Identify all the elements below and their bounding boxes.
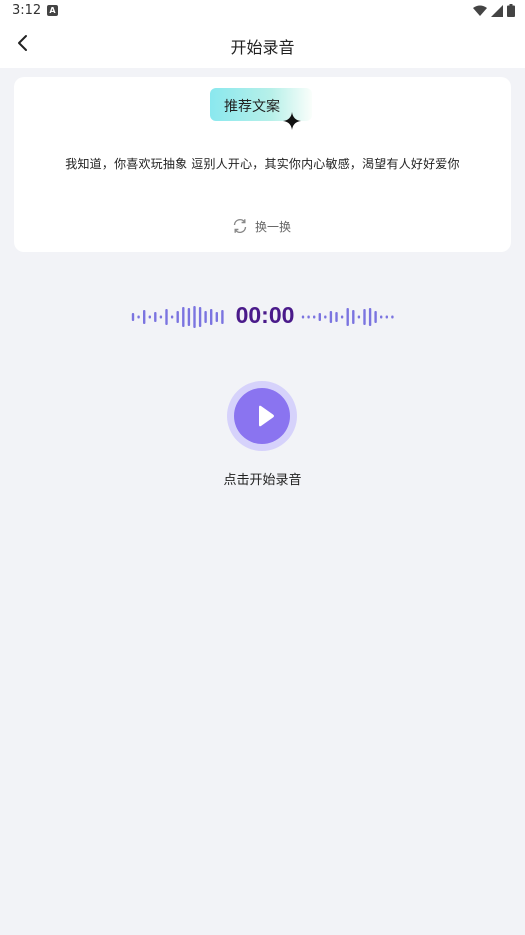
waveform-bar	[335, 312, 338, 322]
waveform-bar	[301, 315, 305, 319]
waveform-bar	[170, 315, 174, 319]
waveform-bar	[324, 315, 327, 319]
waveform-bar	[313, 315, 316, 319]
sparkle-icon	[283, 112, 301, 130]
waveform-bar	[215, 312, 218, 322]
record-start-label: 点击开始录音	[223, 473, 302, 488]
waveform-bar	[131, 313, 135, 321]
waveform-bar	[187, 308, 191, 326]
waveform-bar	[221, 310, 224, 324]
waveform-bar	[182, 307, 185, 327]
waveform-bar	[340, 315, 344, 319]
waveform-bar	[352, 310, 355, 324]
waveform-bar	[363, 309, 366, 325]
status-icons	[473, 4, 515, 17]
record-button[interactable]	[227, 381, 297, 451]
header: 开始录音	[0, 22, 525, 68]
recommended-quote: 我知道，你喜欢玩抽象 逗别人开心，其实你内心敏感，渴望有人好好爱你	[65, 157, 460, 171]
waveform-bar	[357, 315, 361, 319]
page-title: 开始录音	[230, 38, 295, 57]
waveform-bar	[368, 308, 372, 326]
wifi-icon	[473, 5, 487, 16]
waveform-bar	[329, 311, 333, 323]
waveform-bar	[154, 312, 157, 322]
status-time: 3:12	[12, 3, 42, 18]
recommended-tag-label: 推荐文案	[224, 99, 280, 115]
waveform-bar	[380, 315, 383, 319]
waveform-bar	[391, 315, 394, 319]
waveform-bar	[165, 309, 168, 325]
waveform-bar	[143, 310, 146, 324]
waveform-bar	[148, 315, 151, 319]
refresh-button[interactable]: 换一换	[231, 216, 291, 236]
battery-icon	[507, 4, 515, 17]
waveform-bar	[210, 309, 213, 325]
waveform-bar	[204, 311, 207, 323]
waveform-bar	[318, 313, 321, 321]
refresh-icon	[233, 218, 247, 234]
waveform-bar	[346, 308, 349, 326]
record-timer: 00:00	[235, 302, 295, 328]
waveform-bar	[176, 311, 179, 323]
signal-icon	[491, 4, 503, 17]
waveform-bar	[137, 315, 140, 319]
play-icon	[259, 405, 274, 427]
waveform-bar	[307, 315, 310, 319]
waveform-bar	[198, 307, 202, 327]
status-bar: 3:12 A	[0, 0, 525, 22]
notification-icon: A	[47, 5, 58, 16]
waveform-bar	[374, 311, 377, 323]
record-button-inner	[234, 388, 290, 444]
recommended-text-card: 推荐文案 我知道，你喜欢玩抽象 逗别人开心，其实你内心敏感，渴望有人好好爱你 换…	[14, 77, 511, 252]
waveform-left	[131, 306, 224, 328]
waveform-bar	[159, 315, 163, 319]
waveform-bar	[193, 306, 196, 328]
waveform-right	[301, 308, 394, 326]
waveform-bar	[385, 315, 388, 319]
refresh-label: 换一换	[255, 219, 292, 234]
